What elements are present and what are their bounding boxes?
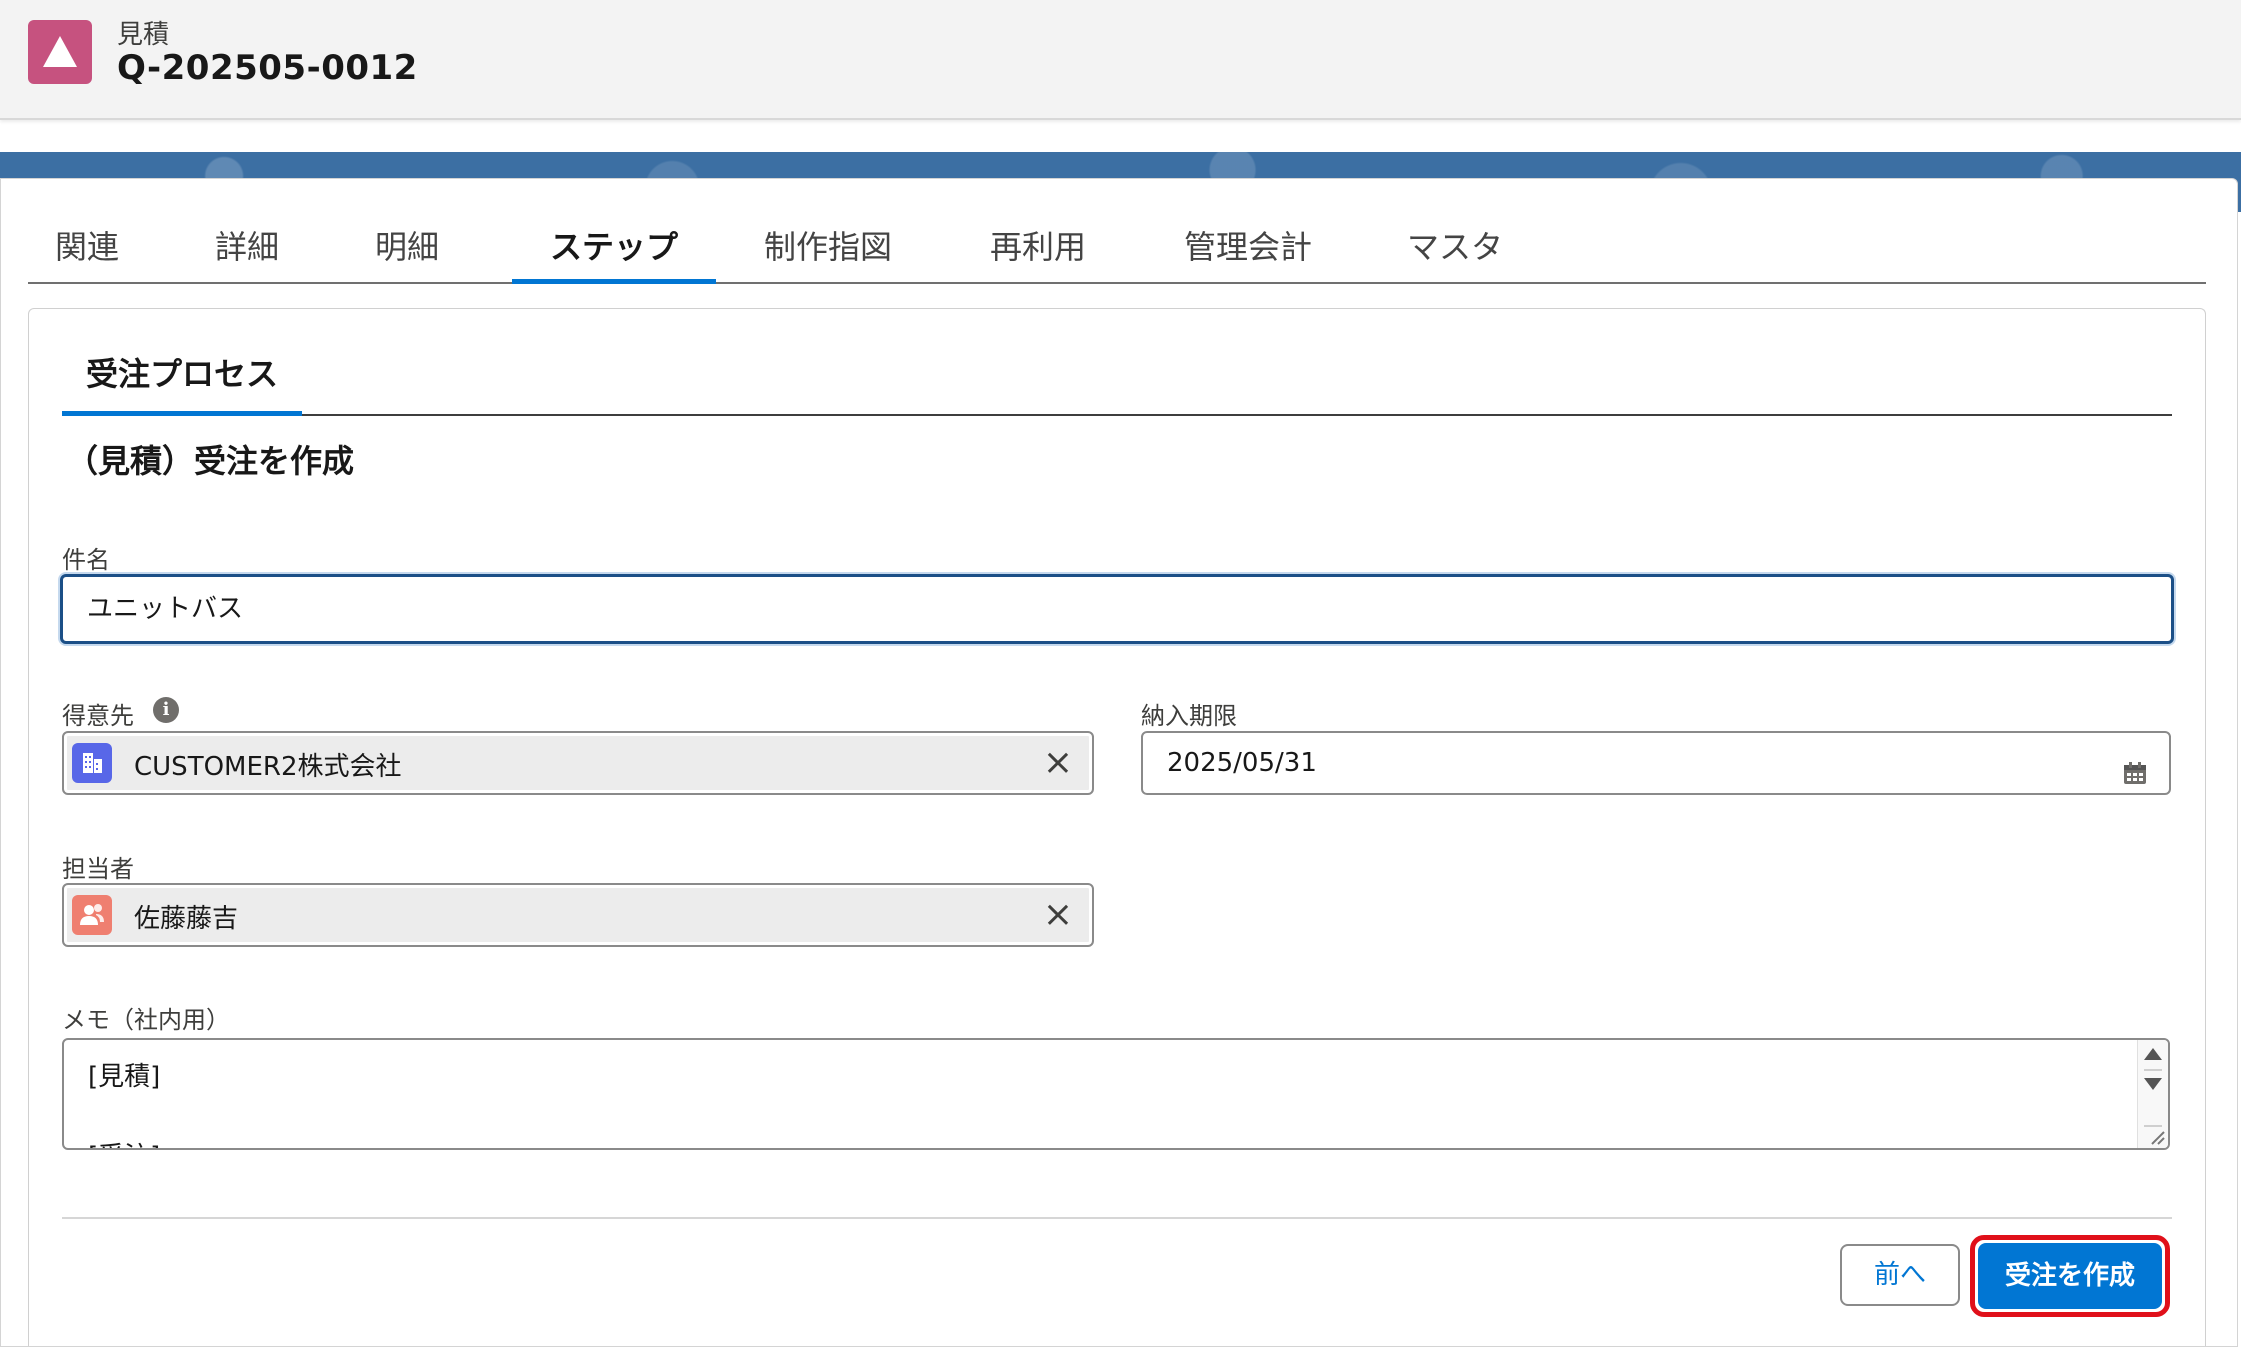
owner-value: 佐藤藤吉 (134, 904, 239, 934)
footer-divider (62, 1217, 2172, 1219)
memo-textarea[interactable]: [見積] [受注] (62, 1038, 2170, 1150)
memo-line: [受注] (88, 1136, 160, 1148)
tab-details[interactable]: 詳細 (212, 222, 282, 282)
scroll-up-icon (2144, 1048, 2162, 1060)
deadline-value: 2025/05/31 (1167, 748, 1317, 778)
record-header: 見積 Q-202505-0012 (0, 0, 2241, 120)
tab-production-order[interactable]: 制作指図 (758, 222, 898, 282)
clear-customer-icon[interactable]: × (1040, 745, 1076, 781)
tab-line-items[interactable]: 明細 (372, 222, 442, 282)
account-icon (72, 743, 112, 783)
owner-lookup[interactable]: 佐藤藤吉 × (62, 883, 1094, 947)
tab-reuse[interactable]: 再利用 (983, 222, 1093, 282)
info-icon[interactable]: i (153, 697, 179, 723)
tab-management-accounting[interactable]: 管理会計 (1178, 222, 1318, 282)
clear-owner-icon[interactable]: × (1040, 897, 1076, 933)
subject-input[interactable]: ユニットバス (60, 574, 2174, 644)
deadline-label: 納入期限 (1141, 702, 1237, 730)
tab-steps[interactable]: ステップ (512, 222, 716, 284)
process-tabs: 受注プロセス (62, 350, 2172, 416)
memo-scrollbar[interactable] (2137, 1040, 2168, 1148)
tab-master[interactable]: マスタ (1400, 222, 1510, 282)
step-panel (28, 308, 2206, 1346)
record-tabs: 関連 詳細 明細 ステップ 制作指図 再利用 管理会計 マスタ (28, 208, 2206, 284)
tab-order-process[interactable]: 受注プロセス (62, 350, 302, 416)
scroll-down-icon (2144, 1078, 2162, 1090)
form-title: （見積）受注を作成 (66, 442, 355, 480)
record-name: Q-202505-0012 (117, 48, 418, 88)
customer-value: CUSTOMER2株式会社 (134, 752, 402, 782)
user-icon (72, 895, 112, 935)
subject-label: 件名 (62, 546, 110, 574)
memo-label: メモ（社内用） (62, 1006, 230, 1034)
customer-label: 得意先 (62, 702, 134, 730)
deadline-input[interactable]: 2025/05/31 (1141, 731, 2171, 795)
customer-lookup[interactable]: CUSTOMER2株式会社 × (62, 731, 1094, 795)
previous-button[interactable]: 前へ (1840, 1244, 1960, 1306)
object-type-label: 見積 (117, 20, 170, 50)
owner-label: 担当者 (62, 855, 134, 883)
tab-related[interactable]: 関連 (52, 222, 122, 282)
memo-line: [見積] (88, 1062, 161, 1092)
calendar-icon[interactable] (2121, 749, 2149, 809)
create-order-button[interactable]: 受注を作成 (1978, 1243, 2162, 1309)
triangle-icon (28, 20, 92, 84)
